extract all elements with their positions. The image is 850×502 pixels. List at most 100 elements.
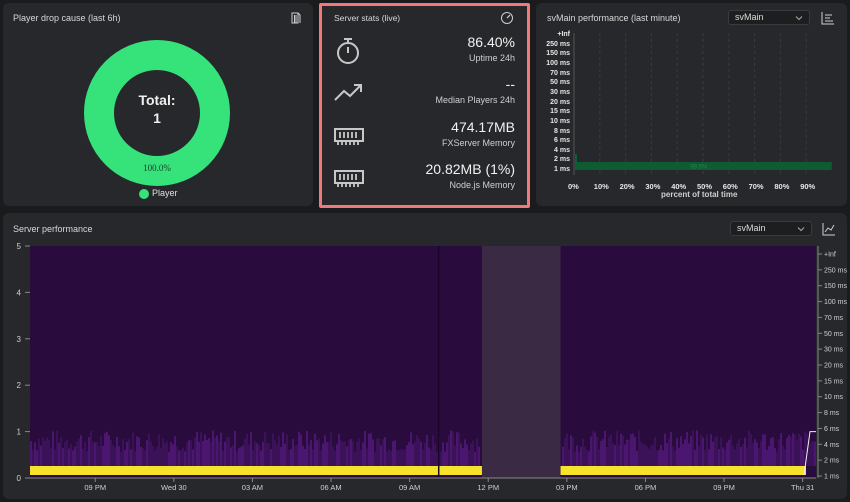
- y-left-tick-label: 2: [17, 381, 22, 390]
- heatmap-cell: [648, 448, 650, 466]
- server-performance-heatmap: 5 4 3 2 1 0 09 PM Wed 30 03 AM 06 AM 09 AM 12 PM 03 …: [17, 242, 847, 492]
- heatmap-cell: [396, 450, 398, 466]
- heatmap-cell: [212, 430, 214, 466]
- memory-icon: [334, 128, 364, 145]
- heatmap-cell: [36, 450, 38, 466]
- heatmap-cell: [58, 442, 60, 466]
- heatmap-cell: [236, 451, 238, 466]
- heatmap-cell: [614, 445, 616, 466]
- heatmap-cell: [568, 449, 570, 466]
- heatmap-cell: [46, 437, 48, 466]
- heatmap-cell: [588, 451, 590, 466]
- heatmap-cell: [752, 442, 754, 466]
- heatmap-cell: [420, 441, 422, 466]
- y-right-tick-label: 4 ms: [824, 442, 840, 449]
- heatmap-cell: [626, 439, 628, 466]
- heatmap-cell: [660, 444, 662, 466]
- heatmap-cell: [352, 441, 354, 466]
- heatmap-cell: [478, 446, 480, 466]
- heatmap-cell: [470, 443, 472, 466]
- heatmap-cell: [172, 444, 174, 466]
- heatmap-cell: [234, 430, 236, 466]
- heatmap-cell: [680, 436, 682, 466]
- heatmap-cell: [80, 435, 82, 466]
- y-right-tick-label: 100 ms: [824, 299, 847, 306]
- heatmap-cell: [126, 441, 128, 466]
- heatmap-cell: [388, 449, 390, 466]
- bucket-label: 250 ms: [546, 40, 570, 48]
- heatmap-cell: [668, 438, 670, 466]
- heatmap-cell: [54, 449, 56, 466]
- heatmap-cell: [580, 447, 582, 466]
- heatmap-cell: [608, 437, 610, 466]
- heatmap-cell: [118, 446, 120, 466]
- heatmap-cell: [230, 447, 232, 466]
- heatmap-cell: [596, 436, 598, 466]
- histogram-bar-2ms[interactable]: [575, 154, 577, 162]
- heatmap-cell: [122, 439, 124, 466]
- stat-row-fxserver-memory: 474.17MB FXServer Memory: [334, 115, 515, 155]
- heatmap-cell: [272, 433, 274, 466]
- y-right-tick-label: 2 ms: [824, 458, 840, 465]
- heatmap-cell: [412, 444, 414, 466]
- heatmap-cell: [60, 437, 62, 466]
- heatmap-cell: [408, 441, 410, 466]
- heatmap-cell: [390, 450, 392, 466]
- heatmap-cell: [112, 444, 114, 466]
- x-tick-label: 20%: [619, 182, 635, 191]
- server-stats-card: Server stats (live) 86.40% Uptime 24h --…: [322, 6, 527, 205]
- heatmap-cell: [98, 446, 100, 466]
- heatmap-cell: [326, 442, 328, 466]
- heatmap-cell: [150, 441, 152, 466]
- select-value: svMain: [735, 12, 764, 22]
- heatmap-cell: [360, 450, 362, 466]
- y-right-tick-label: 1 ms: [824, 474, 840, 481]
- heatmap-cell: [114, 447, 116, 466]
- y-right-tick-label: 250 ms: [824, 267, 847, 274]
- heatmap-cell: [284, 443, 286, 466]
- heatmap-cell: [176, 446, 178, 466]
- heatmap-cell: [64, 442, 66, 466]
- heatmap-cell: [362, 442, 364, 466]
- stat-row-uptime: 86.40% Uptime 24h: [334, 30, 515, 70]
- heatmap-cell: [638, 430, 640, 466]
- heatmap-cell: [322, 443, 324, 466]
- heatmap-cell: [718, 449, 720, 466]
- heatmap-cell: [100, 435, 102, 466]
- heatmap-cell: [182, 447, 184, 466]
- y-right-tick-label: 8 ms: [824, 410, 840, 417]
- heatmap-cell: [186, 442, 188, 466]
- heatmap-cell: [348, 439, 350, 466]
- heatmap-cell: [468, 449, 470, 466]
- heatmap-cell: [642, 443, 644, 466]
- heatmap-cell: [686, 432, 688, 466]
- heatmap-cell: [316, 440, 318, 466]
- heatmap-cell: [140, 446, 142, 466]
- bar-chart-icon[interactable]: [821, 11, 835, 25]
- heatmap-cell: [604, 430, 606, 466]
- heatmap-cell: [814, 441, 816, 466]
- heatmap-cell: [762, 434, 764, 466]
- heatmap-cell: [742, 444, 744, 466]
- stat-row-median-players: -- Median Players 24h: [334, 72, 515, 112]
- heatmap-cell: [338, 434, 340, 466]
- heatmap-cell: [174, 436, 176, 466]
- heatmap-cell: [226, 437, 228, 466]
- heatmap-cell: [372, 439, 374, 466]
- thread-select[interactable]: svMain: [728, 10, 810, 25]
- heatmap-cell: [298, 431, 300, 466]
- heatmap-cell: [458, 432, 460, 466]
- heatmap-cell: [246, 433, 248, 466]
- gauge-icon[interactable]: [500, 11, 514, 25]
- heatmap-cell: [268, 443, 270, 466]
- heatmap-cell: [594, 432, 596, 466]
- heatmap-cell: [228, 437, 230, 466]
- heatmap-cell: [74, 446, 76, 466]
- y-right-tick-label: 150 ms: [824, 283, 847, 290]
- heatmap-cell: [130, 449, 132, 466]
- heatmap-cell: [142, 448, 144, 466]
- heatmap-cell: [202, 441, 204, 466]
- legend-label: Player: [152, 188, 178, 198]
- heatmap-cell: [406, 445, 408, 466]
- heatmap-cell: [788, 435, 790, 466]
